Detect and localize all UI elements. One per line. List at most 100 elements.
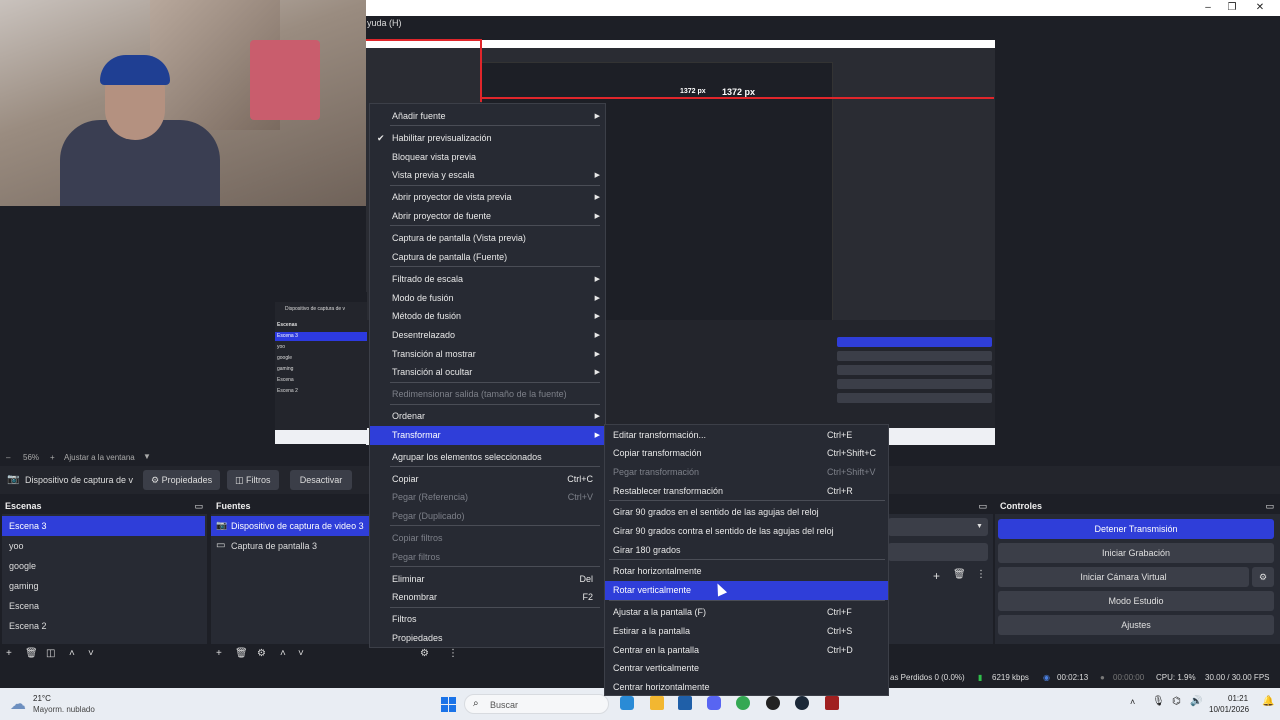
scene-item[interactable]: yoo [2,536,205,556]
start-virtual-camera-button[interactable]: Iniciar Cámara Virtual [998,567,1249,587]
context-menu-item[interactable]: Transición al ocultar ▶ [370,363,605,382]
close-button[interactable]: ✕ [1248,0,1272,16]
add-icon[interactable]: + [216,648,222,659]
transform-menu-item[interactable]: Girar 90 grados contra el sentido de las… [605,522,888,541]
transform-menu-item[interactable]: Estirar a la pantalla Ctrl+S [605,622,888,641]
context-menu-item[interactable]: Captura de pantalla (Vista previa) [370,229,605,248]
context-menu-item[interactable]: Propiedades [370,629,605,648]
context-menu-item[interactable]: Copiar Ctrl+C [370,470,605,489]
discord-icon[interactable] [707,696,721,710]
trash-icon[interactable]: 🗑 [25,648,38,659]
gear-icon[interactable]: ⚙ [420,648,429,659]
chevron-down-icon[interactable]: ˅ [298,648,304,659]
context-menu-item[interactable]: Habilitar previsualización ✔ [370,129,605,148]
app-icon[interactable] [620,696,634,710]
context-menu-item[interactable]: Transformar ▶ [370,426,605,445]
app-icon[interactable] [825,696,839,710]
transform-menu-item[interactable]: Centrar verticalmente [605,659,888,678]
store-icon[interactable] [678,696,692,710]
scene-item[interactable]: Escena 2 [2,616,205,636]
windows-start-icon[interactable] [441,697,456,712]
transform-menu-item[interactable]: Editar transformación... Ctrl+E [605,426,888,445]
chevron-down-icon[interactable]: ▼ [143,452,151,461]
filters-button[interactable]: ◫ Filtros [227,470,279,490]
chevron-down-icon[interactable]: ˅ [88,648,94,659]
context-menu-item[interactable]: Agrupar los elementos seleccionados [370,448,605,467]
trash-icon[interactable]: 🗑 [953,569,966,580]
scene-item[interactable]: Escena [2,596,205,616]
transform-menu-item[interactable]: Girar 90 grados en el sentido de las agu… [605,503,888,522]
chrome-icon[interactable] [736,696,750,710]
stop-streaming-button[interactable]: Detener Transmisión [998,519,1274,539]
source-item[interactable]: Dispositivo de captura de video 3 [211,516,369,536]
wifi-icon[interactable]: ⌬ [1172,696,1181,707]
chevron-right-icon: ▶ [594,313,600,320]
filter-icon[interactable]: ◫ [46,648,55,659]
context-menu-item[interactable]: Renombrar F2 [370,588,605,607]
chevron-down-icon[interactable]: ▼ [976,523,983,530]
scene-item[interactable]: gaming [2,576,205,596]
add-icon[interactable]: + [933,569,940,583]
undock-icon[interactable]: ▭ [1265,499,1274,513]
gear-icon[interactable]: ⚙ [257,648,266,659]
transform-menu-item[interactable]: Rotar verticalmente [605,581,888,600]
chevron-up-icon[interactable]: ˄ [280,648,286,659]
zoom-plus-icon[interactable]: + [50,453,55,462]
context-menu-item[interactable]: Filtrado de escala ▶ [370,270,605,289]
trash-icon[interactable]: 🗑 [235,648,248,659]
speaker-icon[interactable]: 🔊 [1190,696,1202,707]
transform-menu-item[interactable]: Copiar transformación Ctrl+Shift+C [605,444,888,463]
context-menu-item[interactable]: Bloquear vista previa [370,148,605,167]
menu-help[interactable]: yuda (H) [367,18,402,28]
context-menu-item[interactable]: Transición al mostrar ▶ [370,345,605,364]
more-icon[interactable]: ⋮ [976,569,986,580]
context-menu-item[interactable]: Ordenar ▶ [370,407,605,426]
zoom-fit[interactable]: Ajustar a la ventana [64,453,135,462]
maximize-button[interactable]: ❐ [1220,0,1244,16]
undock-icon[interactable]: ▭ [194,499,203,513]
zoom-minus-icon[interactable]: – [6,453,10,462]
context-menu-item[interactable]: Captura de pantalla (Fuente) [370,248,605,267]
transform-menu-item[interactable]: Girar 180 grados [605,541,888,560]
context-menu-item[interactable]: Eliminar Del [370,570,605,589]
monitor-icon: ▭ [216,540,226,551]
settings-button[interactable]: Ajustes [998,615,1274,635]
notification-icon[interactable]: 🔔 [1262,696,1274,707]
context-menu-item[interactable]: Añadir fuente ▶ [370,107,605,126]
context-menu-item[interactable]: Método de fusión ▶ [370,307,605,326]
search-box[interactable]: ⌕ Buscar [464,694,609,714]
studio-mode-button[interactable]: Modo Estudio [998,591,1274,611]
context-menu-item[interactable]: Desentrelazado ▶ [370,326,605,345]
steam-icon[interactable] [795,696,809,710]
minimize-button[interactable]: – [1196,0,1220,16]
context-menu-item[interactable]: Abrir proyector de fuente ▶ [370,207,605,226]
undock-icon[interactable]: ▭ [978,499,987,513]
camera-icon: 📷 [7,474,20,485]
virtual-camera-settings-button[interactable]: ⚙ [1252,567,1274,587]
context-menu-item[interactable]: Abrir proyector de vista previa ▶ [370,188,605,207]
scene-item[interactable]: google [2,556,205,576]
chevron-up-icon[interactable]: ˄ [1130,697,1135,707]
scene-item[interactable]: Escena 3 [2,516,205,536]
start-recording-button[interactable]: Iniciar Grabación [998,543,1274,563]
transform-menu-item[interactable]: Centrar horizontalmente [605,678,888,697]
deactivate-button[interactable]: Desactivar [290,470,352,490]
source-item[interactable]: Captura de pantalla 3 [211,536,369,556]
nested-scene-item: yoo [277,344,286,350]
mic-icon[interactable]: 🎙 [1152,696,1165,707]
menu-item-label: Girar 180 grados [613,545,681,555]
context-menu-item[interactable]: Filtros [370,610,605,629]
stream-icon: ◉ [1043,673,1050,682]
context-menu-item[interactable]: Vista previa y escala ▶ [370,166,605,185]
transform-menu-item[interactable]: Centrar en la pantalla Ctrl+D [605,641,888,660]
chevron-up-icon[interactable]: ˄ [69,648,75,659]
transform-menu-item[interactable]: Rotar horizontalmente [605,562,888,581]
folder-icon[interactable] [650,696,664,710]
context-menu-item[interactable]: Modo de fusión ▶ [370,289,605,308]
properties-button[interactable]: ⚙ Propiedades [143,470,221,490]
transform-menu-item[interactable]: Ajustar a la pantalla (F) Ctrl+F [605,603,888,622]
transform-menu-item[interactable]: Restablecer transformación Ctrl+R [605,482,888,501]
more-icon[interactable]: ⋮ [448,648,458,659]
add-icon[interactable]: + [6,648,12,659]
obs-icon[interactable] [766,696,780,710]
